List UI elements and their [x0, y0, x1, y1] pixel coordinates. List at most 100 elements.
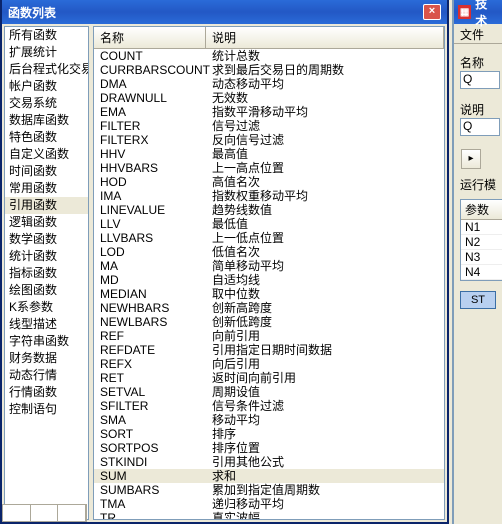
function-desc: 简单移动平均	[206, 259, 444, 273]
sidebar-item[interactable]: 后台程式化交易	[5, 61, 88, 78]
function-row[interactable]: MEDIAN取中位数	[94, 287, 444, 301]
tab-stub[interactable]	[58, 505, 86, 521]
titlebar[interactable]: 函数列表 ×	[2, 0, 447, 24]
right-panel: 名称 Q 说明 Q ▸ 运行模 参数 N1N2N3N4 ST	[454, 44, 502, 313]
sidebar-item[interactable]: 逻辑函数	[5, 214, 88, 231]
function-row[interactable]: LLV最低值	[94, 217, 444, 231]
bottom-tab-strip[interactable]	[2, 504, 87, 522]
toolbar-button[interactable]: ▸	[461, 149, 481, 169]
sidebar-item[interactable]: 数据库函数	[5, 112, 88, 129]
param-row[interactable]: N4	[461, 265, 502, 280]
function-name: LLV	[94, 217, 206, 231]
function-row[interactable]: TR真实波幅	[94, 511, 444, 519]
function-row[interactable]: DRAWNULL无效数	[94, 91, 444, 105]
sidebar-item[interactable]: 常用函数	[5, 180, 88, 197]
sidebar-item[interactable]: 所有函数	[5, 27, 88, 44]
function-desc: 自适均线	[206, 273, 444, 287]
function-row[interactable]: HOD高值名次	[94, 175, 444, 189]
function-desc: 引用指定日期时间数据	[206, 343, 444, 357]
function-name: HHV	[94, 147, 206, 161]
function-row[interactable]: STKINDI引用其他公式	[94, 455, 444, 469]
st-button[interactable]: ST	[460, 291, 496, 309]
name-input[interactable]: Q	[460, 71, 500, 89]
desc-input[interactable]: Q	[460, 118, 500, 136]
sidebar-item[interactable]: 特色函数	[5, 129, 88, 146]
function-desc: 排序	[206, 427, 444, 441]
sidebar-item[interactable]: 数学函数	[5, 231, 88, 248]
right-titlebar[interactable]: ▦ 技术	[454, 0, 502, 24]
function-row[interactable]: HHV最高值	[94, 147, 444, 161]
function-desc: 无效数	[206, 91, 444, 105]
close-button[interactable]: ×	[423, 4, 441, 20]
menu-file[interactable]: 文件	[460, 28, 484, 42]
sidebar-item[interactable]: 财务数据	[5, 350, 88, 367]
function-name: NEWHBARS	[94, 301, 206, 315]
function-row[interactable]: LOD低值名次	[94, 245, 444, 259]
function-row[interactable]: HHVBARS上一高点位置	[94, 161, 444, 175]
function-desc: 排序位置	[206, 441, 444, 455]
tab-stub[interactable]	[31, 505, 59, 521]
tab-stub[interactable]	[3, 505, 31, 521]
function-row[interactable]: SFILTER信号条件过滤	[94, 399, 444, 413]
sidebar-item[interactable]: 统计函数	[5, 248, 88, 265]
param-header[interactable]: 参数	[461, 200, 502, 220]
sidebar-item[interactable]: 指标函数	[5, 265, 88, 282]
function-row[interactable]: SMA移动平均	[94, 413, 444, 427]
sidebar-item[interactable]: 字符串函数	[5, 333, 88, 350]
param-row[interactable]: N1	[461, 220, 502, 235]
list-header: 名称 说明	[94, 27, 444, 49]
function-row[interactable]: SORTPOS排序位置	[94, 441, 444, 455]
sidebar-item[interactable]: 自定义函数	[5, 146, 88, 163]
param-row[interactable]: N2	[461, 235, 502, 250]
sidebar-item[interactable]: 时间函数	[5, 163, 88, 180]
sidebar-item[interactable]: 线型描述	[5, 316, 88, 333]
function-row[interactable]: RET返时间向前引用	[94, 371, 444, 385]
function-name: DMA	[94, 77, 206, 91]
sidebar-item[interactable]: 帐户函数	[5, 78, 88, 95]
column-header-desc[interactable]: 说明	[206, 27, 444, 48]
function-row[interactable]: EMA指数平滑移动平均	[94, 105, 444, 119]
function-desc: 指数平滑移动平均	[206, 105, 444, 119]
function-row[interactable]: SUM求和	[94, 469, 444, 483]
function-row[interactable]: SORT排序	[94, 427, 444, 441]
function-row[interactable]: DMA动态移动平均	[94, 77, 444, 91]
function-row[interactable]: REFDATE引用指定日期时间数据	[94, 343, 444, 357]
function-name: FILTERX	[94, 133, 206, 147]
function-desc: 信号过滤	[206, 119, 444, 133]
function-desc: 最高值	[206, 147, 444, 161]
function-desc: 低值名次	[206, 245, 444, 259]
sidebar-item[interactable]: 控制语句	[5, 401, 88, 418]
function-desc: 递归移动平均	[206, 497, 444, 511]
window-title: 函数列表	[8, 4, 56, 21]
function-row[interactable]: LLVBARS上一低点位置	[94, 231, 444, 245]
function-row[interactable]: TMA递归移动平均	[94, 497, 444, 511]
function-row[interactable]: CURRBARSCOUNT求到最后交易日的周期数	[94, 63, 444, 77]
category-sidebar[interactable]: 所有函数扩展统计后台程式化交易帐户函数交易系统数据库函数特色函数自定义函数时间函…	[4, 26, 89, 520]
sidebar-item[interactable]: K系参数	[5, 299, 88, 316]
function-row[interactable]: MD自适均线	[94, 273, 444, 287]
function-desc: 返时间向前引用	[206, 371, 444, 385]
sidebar-item[interactable]: 动态行情	[5, 367, 88, 384]
function-row[interactable]: IMA指数权重移动平均	[94, 189, 444, 203]
function-row[interactable]: REFX向后引用	[94, 357, 444, 371]
column-header-name[interactable]: 名称	[94, 27, 206, 48]
function-row[interactable]: FILTER信号过滤	[94, 119, 444, 133]
function-desc: 信号条件过滤	[206, 399, 444, 413]
function-row[interactable]: MA简单移动平均	[94, 259, 444, 273]
function-row[interactable]: SETVAL周期设值	[94, 385, 444, 399]
formula-editor-window: ▦ 技术 文件 名称 Q 说明 Q ▸ 运行模 参数 N1N2N3N4 ST	[452, 0, 502, 524]
function-row[interactable]: FILTERX反向信号过滤	[94, 133, 444, 147]
function-row[interactable]: REF向前引用	[94, 329, 444, 343]
function-row[interactable]: COUNT统计总数	[94, 49, 444, 63]
sidebar-item[interactable]: 行情函数	[5, 384, 88, 401]
function-row[interactable]: NEWHBARS创新高跨度	[94, 301, 444, 315]
sidebar-item[interactable]: 扩展统计	[5, 44, 88, 61]
sidebar-item[interactable]: 交易系统	[5, 95, 88, 112]
sidebar-item[interactable]: 绘图函数	[5, 282, 88, 299]
param-row[interactable]: N3	[461, 250, 502, 265]
list-body[interactable]: COUNT统计总数CURRBARSCOUNT求到最后交易日的周期数DMA动态移动…	[94, 49, 444, 519]
function-row[interactable]: NEWLBARS创新低跨度	[94, 315, 444, 329]
function-row[interactable]: SUMBARS累加到指定值周期数	[94, 483, 444, 497]
function-row[interactable]: LINEVALUE趋势线数值	[94, 203, 444, 217]
sidebar-item[interactable]: 引用函数	[5, 197, 88, 214]
